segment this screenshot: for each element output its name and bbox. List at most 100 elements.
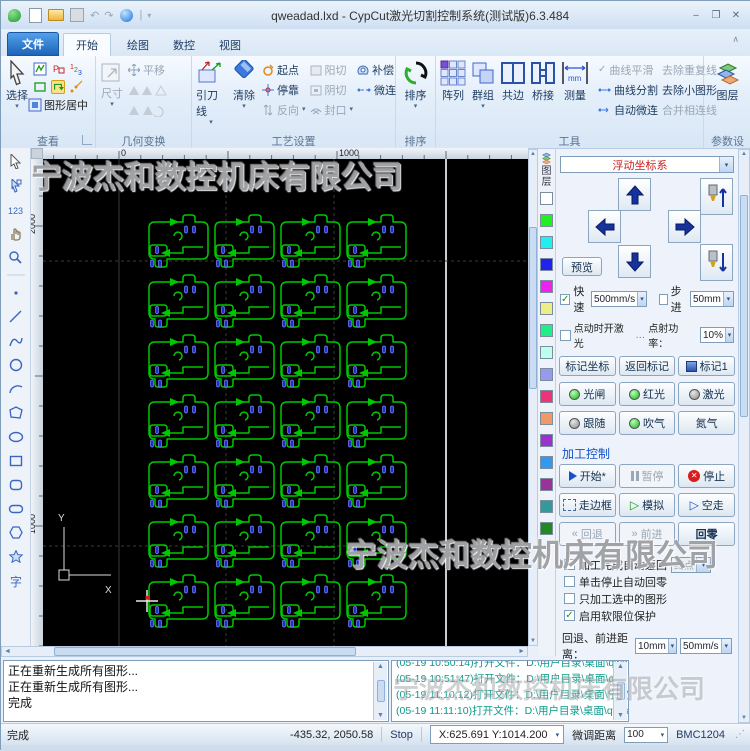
polyline-tool-icon[interactable] bbox=[5, 330, 27, 351]
curve-split-button[interactable]: 曲线分割 bbox=[596, 81, 660, 99]
share-edge-button[interactable]: 共边 bbox=[498, 58, 528, 105]
restore-button[interactable]: ❐ bbox=[709, 9, 723, 22]
sequence-tool-icon[interactable]: 123 bbox=[5, 199, 27, 220]
home-button[interactable]: 回零 bbox=[678, 522, 735, 546]
h-scroll-thumb[interactable] bbox=[54, 647, 356, 656]
circle-tool-icon[interactable] bbox=[5, 354, 27, 375]
dock-button[interactable]: 停靠 bbox=[260, 81, 308, 99]
toggle-button[interactable]: 跟随 bbox=[559, 411, 616, 435]
layer-color-swatch[interactable] bbox=[540, 324, 553, 337]
group-button[interactable]: 群组 ▾ bbox=[468, 58, 498, 112]
nested-parts-pattern[interactable] bbox=[149, 215, 406, 627]
obround-tool-icon[interactable] bbox=[5, 498, 27, 519]
show-order-123-icon[interactable]: 123 bbox=[69, 62, 83, 76]
point-tool-icon[interactable] bbox=[5, 282, 27, 303]
jog-right-button[interactable] bbox=[668, 210, 701, 243]
curve-smooth-button[interactable]: ✓ 曲线平滑 bbox=[596, 61, 660, 79]
layer-color-swatch[interactable] bbox=[540, 258, 553, 271]
layer-color-swatch[interactable] bbox=[540, 346, 553, 359]
toggle-button[interactable]: 激光 bbox=[678, 382, 735, 406]
minimize-button[interactable]: – bbox=[689, 9, 703, 22]
stop-button[interactable]: ✕停止 bbox=[678, 464, 735, 488]
fine-tune-select[interactable]: 100 ▾ bbox=[624, 727, 668, 743]
frame-button[interactable]: 走边框 bbox=[559, 493, 616, 517]
option-checkbox[interactable]: 只加工选中的图形 bbox=[556, 590, 738, 607]
start-point-button[interactable]: 起点 bbox=[260, 61, 308, 79]
layer-color-swatch[interactable] bbox=[540, 368, 553, 381]
tab-view[interactable]: 视图 bbox=[207, 34, 253, 56]
forward-button[interactable]: »前进 bbox=[619, 522, 676, 546]
scroll-down-icon[interactable]: ▼ bbox=[530, 638, 536, 644]
open-file-icon[interactable] bbox=[48, 7, 64, 23]
toggle-button[interactable]: 氮气 bbox=[678, 411, 735, 435]
ribbon-collapse-icon[interactable]: ∧ bbox=[732, 34, 739, 45]
rounded-rect-tool-icon[interactable] bbox=[5, 474, 27, 495]
sort-button[interactable]: 排序 ▾ bbox=[401, 58, 431, 112]
nozzle-down-button[interactable] bbox=[700, 244, 733, 281]
tab-file[interactable]: 文件 bbox=[7, 32, 59, 56]
center-graphic-button[interactable]: 图形居中 bbox=[28, 97, 88, 113]
hexagon-tool-icon[interactable] bbox=[5, 522, 27, 543]
coordinate-system-select[interactable]: 浮动坐标系 ▾ bbox=[560, 156, 734, 173]
layer-color-swatch[interactable] bbox=[540, 280, 553, 293]
tab-draw[interactable]: 绘图 bbox=[115, 34, 161, 56]
outer-cut-button[interactable]: 阳切 bbox=[308, 61, 356, 79]
compensate-button[interactable]: 补偿 bbox=[355, 61, 398, 79]
v-scroll-thumb[interactable] bbox=[529, 227, 537, 389]
show-path-icon[interactable]: P bbox=[51, 62, 65, 76]
scroll-left-icon[interactable]: ◄ bbox=[4, 648, 11, 655]
array-button[interactable]: 阵列 bbox=[438, 58, 468, 105]
redo-icon[interactable]: ↷ bbox=[104, 9, 113, 22]
mark-coord-button[interactable]: 标记坐标 bbox=[559, 356, 616, 376]
toggle-button[interactable]: 吹气 bbox=[619, 411, 676, 435]
option-checkbox[interactable]: ✓启用软限位保护 bbox=[556, 607, 738, 624]
nozzle-up-button[interactable] bbox=[700, 178, 733, 215]
node-select-tool-icon[interactable] bbox=[5, 175, 27, 196]
layers-mini-icon[interactable] bbox=[539, 151, 554, 164]
simulate-button[interactable]: ▷模拟 bbox=[619, 493, 676, 517]
step-checkbox[interactable]: 步进 bbox=[659, 283, 687, 315]
drawing-canvas[interactable]: Y X bbox=[43, 159, 528, 646]
fast-speed-select[interactable]: 500mm/s▾ bbox=[591, 291, 647, 307]
layer-color-swatch[interactable] bbox=[540, 302, 553, 315]
more-dots-icon[interactable]: … bbox=[635, 330, 645, 341]
jog-up-button[interactable] bbox=[618, 178, 651, 211]
rotate-icons-row[interactable] bbox=[126, 101, 172, 119]
ellipse-tool-icon[interactable] bbox=[5, 426, 27, 447]
layer-button[interactable]: 图层 bbox=[712, 58, 744, 105]
preview-button[interactable]: 预览 bbox=[562, 257, 602, 276]
translate-button[interactable]: 平移 bbox=[126, 61, 172, 79]
measure-button[interactable]: mm 测量 bbox=[558, 58, 592, 105]
canvas-vertical-scrollbar[interactable]: ▲ ▼ bbox=[528, 149, 538, 646]
size-button[interactable]: 尺寸 ▾ bbox=[98, 58, 126, 110]
layer-color-swatch[interactable] bbox=[540, 192, 553, 205]
save-icon[interactable] bbox=[69, 7, 85, 23]
clear-button[interactable]: 清除 ▾ bbox=[228, 58, 260, 112]
panel-scroll-down-icon[interactable]: ▼ bbox=[741, 715, 747, 721]
select-button[interactable]: 选择 ▾ bbox=[3, 58, 31, 112]
step-distance-select[interactable]: 50mm▾ bbox=[690, 291, 734, 307]
fast-checkbox[interactable]: ✓快速 bbox=[560, 283, 588, 315]
tab-home[interactable]: 开始 bbox=[63, 33, 111, 56]
dialog-launcher-icon[interactable] bbox=[82, 135, 92, 145]
arc-tool-icon[interactable] bbox=[5, 378, 27, 399]
new-file-icon[interactable] bbox=[27, 7, 43, 23]
lead-line-button[interactable]: 引刀线 ▾ bbox=[194, 58, 228, 128]
start-button[interactable]: 开始* bbox=[559, 464, 616, 488]
line-tool-icon[interactable] bbox=[5, 306, 27, 327]
close-button[interactable]: ✕ bbox=[729, 9, 743, 22]
reverse-button[interactable]: 反向 ▾ bbox=[260, 101, 308, 119]
jog-left-button[interactable] bbox=[588, 210, 621, 243]
pan-hand-tool-icon[interactable] bbox=[5, 223, 27, 244]
option-checkbox[interactable]: 加工完成自动返回终点▾ bbox=[556, 556, 738, 573]
position-select[interactable]: X:625.691 Y:1014.200 ▾ bbox=[430, 725, 564, 744]
layer-color-swatch[interactable] bbox=[540, 522, 553, 535]
inner-cut-button[interactable]: 阴切 bbox=[308, 81, 356, 99]
show-points-icon[interactable] bbox=[69, 80, 83, 94]
horizontal-scrollbar[interactable]: ◄ ► bbox=[1, 646, 528, 657]
select-tool-icon[interactable] bbox=[5, 151, 27, 172]
file-log-scrollbar[interactable]: ▲▼ bbox=[613, 662, 627, 720]
option-checkbox[interactable]: 单击停止自动回零 bbox=[556, 573, 738, 590]
scroll-up-icon[interactable]: ▲ bbox=[530, 151, 536, 157]
polyline-display-icon[interactable] bbox=[33, 62, 47, 76]
